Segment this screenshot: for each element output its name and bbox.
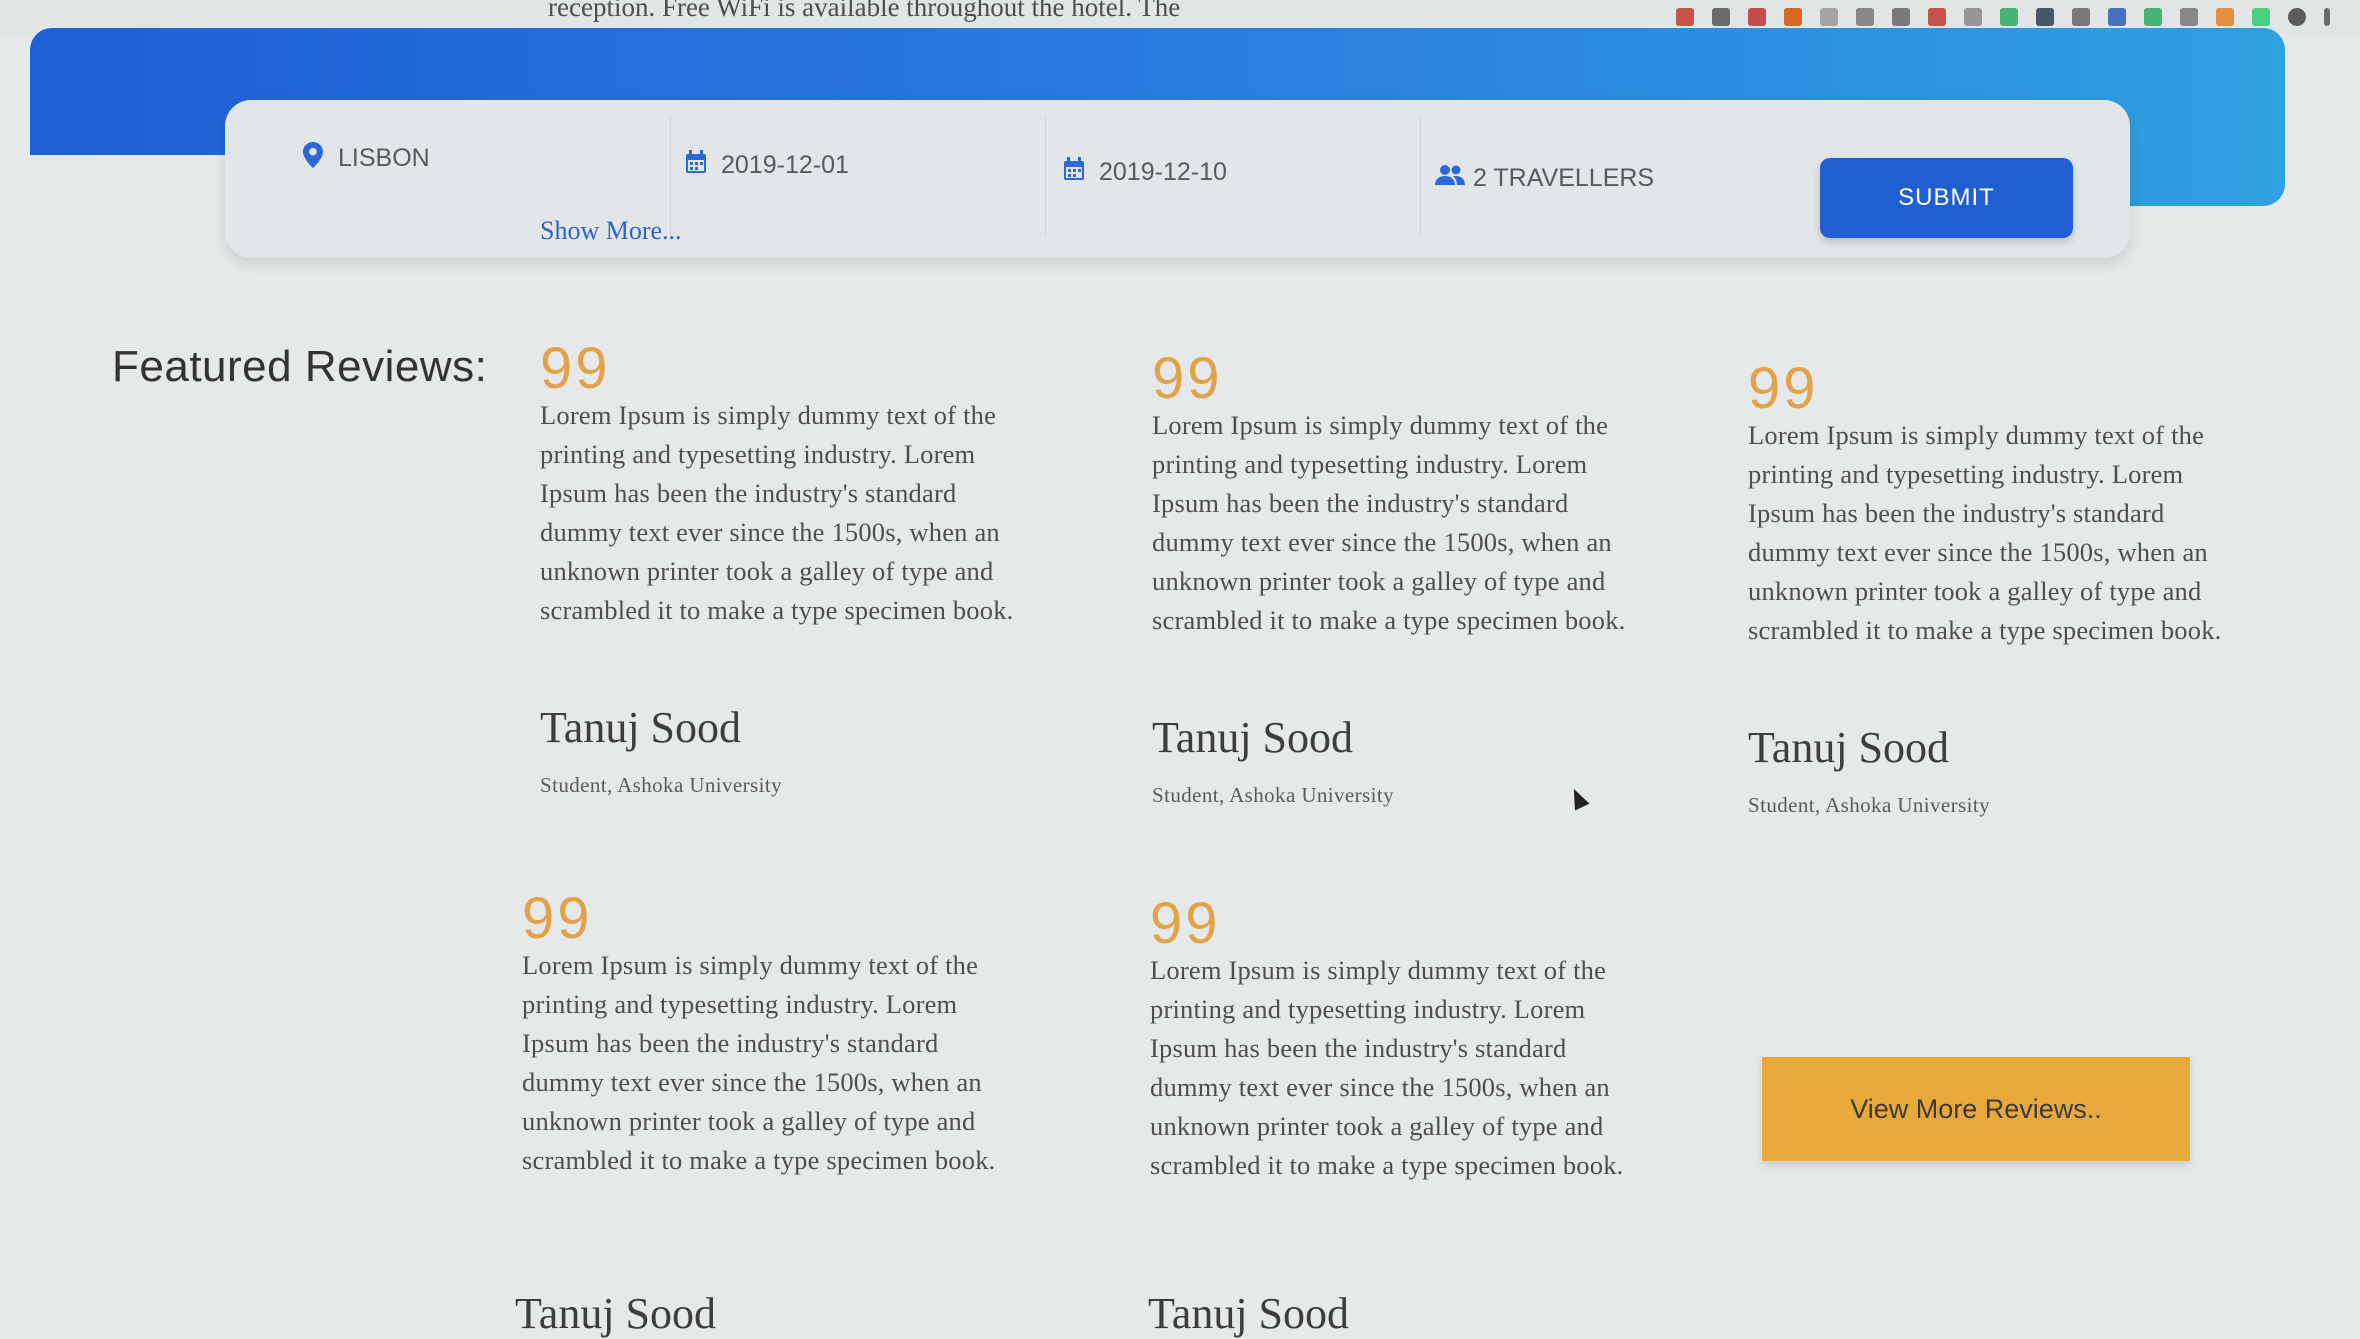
more-menu-icon[interactable] <box>2324 8 2330 26</box>
featured-reviews-heading: Featured Reviews: <box>112 342 488 391</box>
tray-icon[interactable] <box>2072 8 2090 26</box>
tray-icon[interactable] <box>1964 8 1982 26</box>
banner-notch <box>30 155 225 215</box>
tray-icon[interactable] <box>2252 8 2270 26</box>
tray-icon[interactable] <box>1712 8 1730 26</box>
calendar-icon <box>1061 157 1087 188</box>
quote-icon: 99 <box>1748 356 1819 421</box>
review-card: 99 Lorem Ipsum is simply dummy text of t… <box>1152 350 1652 808</box>
tray-icon[interactable] <box>1928 8 1946 26</box>
travellers-field[interactable]: 2 TRAVELLERS <box>1435 164 1654 193</box>
quote-icon: 99 <box>1150 891 1221 956</box>
tray-icon[interactable] <box>1748 8 1766 26</box>
tray-icon[interactable] <box>2180 8 2198 26</box>
quote-icon: 99 <box>522 886 593 951</box>
review-text: Lorem Ipsum is simply dummy text of the … <box>1152 410 1626 635</box>
location-field[interactable]: LISBON <box>300 142 430 175</box>
review-card: 99 Lorem Ipsum is simply dummy text of t… <box>1748 360 2248 818</box>
tray-icon[interactable] <box>1820 8 1838 26</box>
location-value: LISBON <box>338 144 430 172</box>
tray-icon[interactable] <box>2216 8 2234 26</box>
checkin-date-field[interactable]: 2019-12-01 <box>683 150 849 181</box>
quote-icon: 99 <box>1152 346 1223 411</box>
tray-icon[interactable] <box>2108 8 2126 26</box>
reviewer-name: Tanuj Sood <box>1152 713 1354 762</box>
checkin-date-value: 2019-12-01 <box>721 151 849 179</box>
reviewer-name-cutoff: Tanuj Sood <box>1148 1289 1350 1338</box>
review-card: 99 Lorem Ipsum is simply dummy text of t… <box>522 890 1022 1180</box>
review-text: Lorem Ipsum is simply dummy text of the … <box>1150 955 1624 1180</box>
checkout-date-value: 2019-12-10 <box>1099 158 1227 186</box>
tray-icon[interactable] <box>2036 8 2054 26</box>
hotel-description-cutoff: reception. Free WiFi is available throug… <box>548 0 1181 22</box>
tray-icon[interactable] <box>2144 8 2162 26</box>
review-card: 99 Lorem Ipsum is simply dummy text of t… <box>1150 895 1650 1185</box>
quote-icon: 99 <box>540 336 611 401</box>
review-text: Lorem Ipsum is simply dummy text of the … <box>540 400 1014 625</box>
tray-icon[interactable] <box>2000 8 2018 26</box>
map-pin-icon <box>300 142 326 175</box>
tray-icon[interactable] <box>1856 8 1874 26</box>
field-divider <box>1420 116 1421 236</box>
submit-button[interactable]: SUBMIT <box>1820 158 2073 238</box>
tray-icon[interactable] <box>1676 8 1694 26</box>
review-card: 99 Lorem Ipsum is simply dummy text of t… <box>540 340 1040 798</box>
checkout-date-field[interactable]: 2019-12-10 <box>1061 157 1227 188</box>
reviewer-name: Tanuj Sood <box>1748 723 1950 772</box>
review-text: Lorem Ipsum is simply dummy text of the … <box>522 950 996 1175</box>
users-icon <box>1435 164 1465 193</box>
calendar-icon <box>683 150 709 181</box>
reviewer-name-cutoff: Tanuj Sood <box>515 1289 717 1338</box>
view-more-reviews-button[interactable]: View More Reviews.. <box>1762 1057 2190 1161</box>
travellers-value: 2 TRAVELLERS <box>1473 164 1655 192</box>
reviewer-role: Student, Ashoka University <box>540 773 782 797</box>
tray-icon[interactable] <box>1784 8 1802 26</box>
field-divider <box>1045 116 1046 236</box>
tray-icon[interactable] <box>2288 8 2306 26</box>
review-text: Lorem Ipsum is simply dummy text of the … <box>1748 420 2222 645</box>
reviewer-role: Student, Ashoka University <box>1748 793 1990 817</box>
show-more-link[interactable]: Show More... <box>540 216 682 246</box>
tray-icon[interactable] <box>1892 8 1910 26</box>
reviewer-name: Tanuj Sood <box>540 703 742 752</box>
